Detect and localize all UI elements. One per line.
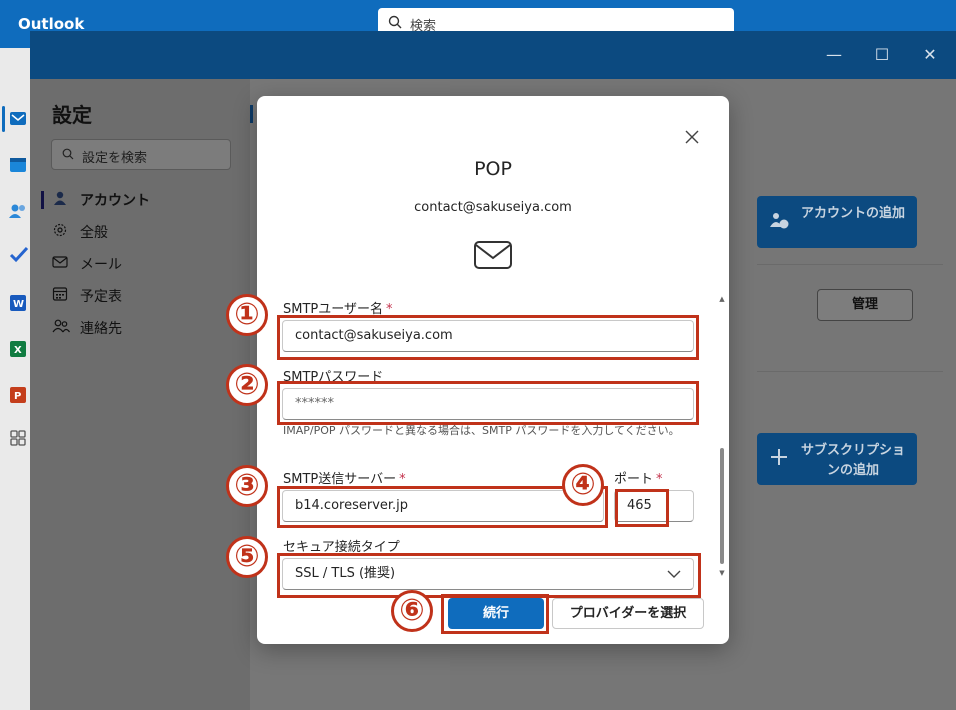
annotation-box-6 (441, 594, 549, 634)
settings-sidebar (30, 79, 250, 710)
nav-item-label: 全般 (80, 225, 108, 241)
dialog-email: contact@sakuseiya.com (414, 200, 572, 215)
rail-active-indicator (2, 106, 5, 132)
excel-app-icon[interactable]: X (8, 338, 30, 360)
settings-search-placeholder: 設定を検索 (82, 151, 148, 166)
step-badge-6: ⑥ (391, 590, 433, 632)
close-window-icon[interactable]: ✕ (918, 43, 942, 67)
annotation-box-2 (277, 381, 699, 425)
step-badge-5: ⑤ (226, 536, 268, 578)
search-icon (388, 15, 402, 29)
maximize-icon[interactable]: ☐ (870, 43, 894, 67)
search-icon (62, 148, 74, 160)
people-add-icon (770, 213, 789, 229)
step-badge-1: ① (226, 294, 268, 336)
mail-app-icon[interactable] (8, 108, 30, 130)
divider (757, 264, 943, 265)
step-badge-4: ④ (562, 464, 604, 506)
person-icon (54, 191, 66, 205)
add-account-button[interactable]: アカウントの追加 (757, 196, 917, 248)
nav-item-account[interactable]: アカウント (50, 187, 230, 211)
annotation-box-4 (615, 489, 669, 527)
gear-icon (53, 223, 67, 237)
scroll-thumb[interactable] (720, 448, 724, 564)
word-app-icon[interactable]: W (8, 292, 30, 314)
nav-item-label: 予定表 (80, 289, 122, 305)
annotation-box-5 (277, 553, 701, 598)
scroll-up-icon[interactable]: ▲ (719, 296, 725, 303)
divider (757, 371, 943, 372)
calendar-app-icon[interactable] (8, 154, 30, 176)
annotation-box-1 (277, 315, 699, 360)
contacts-icon (52, 319, 70, 333)
mail-icon (52, 256, 68, 268)
minimize-icon[interactable]: — (822, 43, 846, 67)
settings-title-bar: — ☐ ✕ (30, 31, 956, 79)
section-marker (250, 105, 253, 123)
app-rail: W X P (0, 48, 30, 710)
required-mark: * (399, 472, 406, 487)
annotation-box-3 (277, 486, 608, 528)
password-help-text: IMAP/POP パスワードと異なる場合は、SMTP パスワードを入力してくださ… (283, 424, 680, 437)
nav-item-label: 連絡先 (80, 321, 122, 337)
nav-item-mail[interactable]: メール (50, 251, 230, 275)
more-apps-icon[interactable] (8, 428, 30, 450)
select-provider-button[interactable]: プロバイダーを選択 (552, 598, 704, 629)
settings-title: 設定 (52, 103, 92, 127)
svg-text:P: P (14, 391, 21, 402)
required-mark: * (656, 472, 663, 487)
scroll-down-icon[interactable]: ▼ (719, 570, 725, 577)
dialog-title: POP (474, 158, 512, 180)
svg-text:X: X (14, 345, 22, 356)
envelope-icon (474, 241, 512, 269)
add-subscription-button[interactable]: サブスクリプションの追加 (757, 433, 917, 485)
add-subscription-label: サブスクリプションの追加 (800, 443, 905, 478)
smtp-server-label: SMTP送信サーバー * (283, 472, 406, 487)
close-icon[interactable] (681, 126, 703, 148)
nav-item-label: メール (80, 257, 122, 273)
nav-item-label: アカウント (80, 193, 150, 209)
nav-item-general[interactable]: 全般 (50, 219, 230, 243)
port-label: ポート * (614, 472, 663, 487)
step-badge-2: ② (226, 364, 268, 406)
manage-button[interactable]: 管理 (817, 289, 913, 321)
nav-active-indicator (41, 191, 44, 209)
settings-search-input[interactable]: 設定を検索 (51, 139, 231, 170)
step-badge-3: ③ (226, 465, 268, 507)
svg-text:W: W (13, 299, 24, 310)
powerpoint-app-icon[interactable]: P (8, 384, 30, 406)
nav-item-contacts[interactable]: 連絡先 (50, 315, 230, 339)
people-app-icon[interactable] (8, 200, 30, 222)
nav-item-calendar[interactable]: 予定表 (50, 283, 230, 307)
plus-icon (771, 449, 787, 465)
todo-app-icon[interactable] (8, 244, 30, 266)
dialog-scrollbar[interactable]: ▲ ▼ (719, 296, 725, 577)
calendar-icon (52, 287, 68, 301)
add-account-label: アカウントの追加 (800, 206, 905, 221)
